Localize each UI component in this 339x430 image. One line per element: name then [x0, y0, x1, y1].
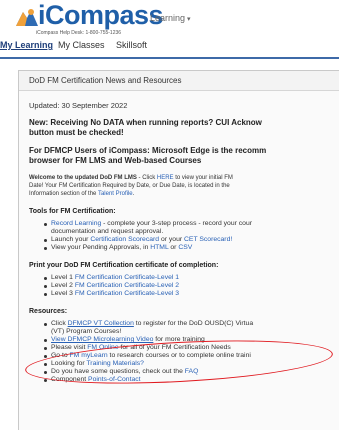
faq-link[interactable]: FAQ [185, 368, 199, 375]
edge-notice-line-1: For DFMCP Users of iCompass: Microsoft E… [29, 146, 267, 155]
level-label: Level 3 [51, 290, 75, 297]
cet-scorecard-link[interactable]: CET Scorecard! [184, 236, 232, 243]
list-item: Record Learning - complete your 3-step p… [44, 220, 339, 228]
edge-notice-line-2: browser for FM LMS and Web-based Courses [29, 156, 202, 165]
nav-divider [0, 57, 339, 59]
list-item: View your Pending Approvals, in HTML or … [44, 244, 339, 252]
list-item: Looking for Training Materials? [44, 360, 339, 368]
resource-text: for more training [153, 336, 205, 343]
welcome-text: - Click [136, 175, 157, 181]
resource-text: to research courses or to complete onlin… [107, 352, 251, 359]
welcome-text-end: to view your initial FM [173, 175, 233, 181]
scorecard-mid-text: or your [159, 236, 185, 243]
resources-list: Click DFMCP VT Collection to register fo… [29, 320, 339, 384]
updated-date: Updated: 30 September 2022 [29, 101, 128, 110]
panel-title: DoD FM Certification News and Resources [19, 71, 339, 91]
certificate-level-1-link[interactable]: FM Certification Certificate-Level 1 [75, 274, 179, 281]
chevron-down-icon: ▾ [187, 16, 191, 23]
welcome-line-3: Information section of the Talent Profil… [29, 190, 339, 198]
level-label: Level 1 [51, 274, 75, 281]
welcome-line-3-end: . [132, 191, 135, 197]
resource-text: Looking for [51, 360, 87, 367]
record-learning-text: - complete your 3-step process - record … [101, 220, 252, 227]
tools-list: Record Learning - complete your 3-step p… [29, 220, 339, 252]
fm-online-link[interactable]: FM Online [87, 344, 118, 351]
level-label: Level 2 [51, 282, 75, 289]
nav-my-classes[interactable]: My Classes [58, 40, 105, 50]
record-learning-link[interactable]: Record Learning [51, 220, 101, 227]
training-materials-link[interactable]: Training Materials? [86, 360, 144, 367]
fm-mylearn-link[interactable]: FM myLearn [70, 352, 108, 359]
nav-my-learning[interactable]: My Learning [0, 40, 53, 50]
certificate-list: Level 1 FM Certification Certificate-Lev… [29, 274, 339, 298]
tools-heading: Tools for FM Certification: [29, 208, 116, 215]
compass-logo-icon [16, 9, 38, 26]
help-desk-text: iCompass Help Desk: 1-800-755-1236 [36, 30, 122, 36]
dfmcp-vt-collection-link[interactable]: DFMCP VT Collection [68, 320, 134, 327]
news-resources-panel: DoD FM Certification News and Resources … [18, 70, 339, 430]
sub-nav: My Learning My Classes Skillsoft [0, 40, 339, 56]
list-item: Component Points-of-Contact [44, 376, 339, 384]
learning-menu-label: Learning [150, 13, 186, 23]
csv-link[interactable]: CSV [178, 244, 192, 251]
certificate-level-3-link[interactable]: FM Certification Certificate-Level 3 [75, 290, 179, 297]
print-certificate-heading: Print your DoD FM Certification certific… [29, 262, 219, 269]
pending-approvals-mid: or [168, 244, 179, 251]
certification-scorecard-link[interactable]: Certification Scorecard [90, 236, 159, 243]
resource-text: Click [51, 320, 68, 327]
resource-text: Please visit [51, 344, 88, 351]
app-header: iCompass iCompass Help Desk: 1-800-755-1… [0, 0, 339, 40]
list-item: Please visit FM Online for all of your F… [44, 344, 339, 352]
list-item-continued: documentation and request approval. [51, 228, 164, 235]
welcome-line-3-text: Information section of the [29, 191, 98, 197]
points-of-contact-link[interactable]: Points-of-Contact [88, 376, 141, 383]
resource-text: Do you have some questions, check out th… [51, 368, 185, 375]
resource-text: Component [51, 376, 89, 383]
scorecard-text: Launch your [51, 236, 91, 243]
welcome-heading: Welcome to the updated DoD FM LMS [29, 175, 137, 181]
resource-text: to register for the DoD OUSD(C) Virtua [133, 320, 254, 327]
certificate-level-2-link[interactable]: FM Certification Certificate-Level 2 [75, 282, 179, 289]
talent-profile-link[interactable]: Talent Profile [98, 191, 133, 197]
list-item: View DFMCP Microlearning Video for more … [44, 336, 339, 344]
list-item: Do you have some questions, check out th… [44, 368, 339, 376]
list-item: Launch your Certification Scorecard or y… [44, 236, 339, 244]
icompass-logo[interactable]: iCompass iCompass Help Desk: 1-800-755-1… [14, 0, 164, 36]
microlearning-video-link[interactable]: View DFMCP Microlearning Video [51, 336, 153, 343]
list-item: Click DFMCP VT Collection to register fo… [44, 320, 339, 328]
resource-text: for all of your FM Certification Needs [118, 344, 231, 351]
new-notice-line-1: New: Receiving No DATA when running repo… [29, 118, 262, 127]
logo-text: iCompass [38, 0, 164, 30]
list-item: Level 3 FM Certification Certificate-Lev… [44, 290, 339, 298]
here-link[interactable]: HERE [157, 175, 174, 181]
html-link[interactable]: HTML [150, 244, 168, 251]
list-item: Go to FM myLearn to research courses or … [44, 352, 339, 360]
nav-skillsoft[interactable]: Skillsoft [116, 40, 147, 50]
list-item-continued: (VT) Program Courses! [51, 328, 122, 335]
welcome-line-1: Welcome to the updated DoD FM LMS - Clic… [29, 174, 339, 182]
list-item: Level 1 FM Certification Certificate-Lev… [44, 274, 339, 282]
welcome-line-2: Date! Your FM Certification Required by … [29, 183, 230, 189]
panel-content: Updated: 30 September 2022 New: Receivin… [29, 101, 339, 430]
pending-approvals-text: View your Pending Approvals, in [51, 244, 151, 251]
learning-menu[interactable]: Learning ▾ [150, 13, 191, 23]
list-item: Level 2 FM Certification Certificate-Lev… [44, 282, 339, 290]
resource-text: Go to [51, 352, 70, 359]
resources-heading: Resources: [29, 308, 68, 315]
new-notice-line-2: button must be checked! [29, 128, 124, 137]
